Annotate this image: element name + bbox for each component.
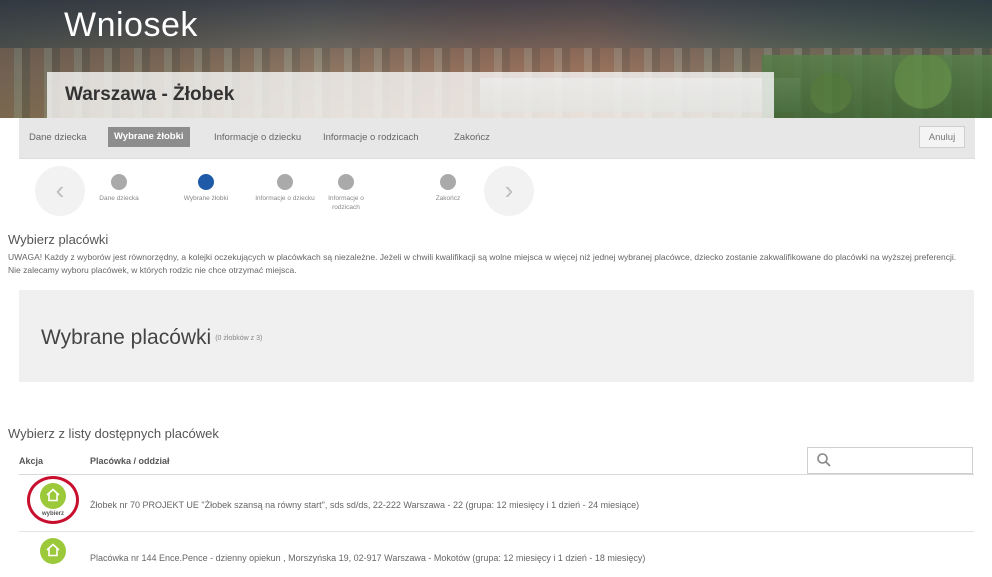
step-label: Dane dziecka: [99, 195, 139, 202]
step-zakoncz: Zakończ: [413, 174, 483, 203]
step-label: Zakończ: [435, 195, 461, 202]
cancel-button[interactable]: Anuluj: [919, 126, 965, 148]
step-label: Wybrane żłobki: [183, 195, 229, 202]
step-dot: [338, 174, 354, 190]
column-header-action: Akcja: [19, 456, 44, 466]
list-title: Wybierz z listy dostępnych placówek: [8, 426, 219, 441]
step-dane-dziecka: Dane dziecka: [84, 174, 154, 203]
wizard-tabbar: Dane dziecka Wybrane żłobki Informacje o…: [19, 118, 975, 159]
row-divider: [19, 531, 974, 532]
header-banner: Wniosek Warszawa - Żłobek: [0, 0, 992, 118]
step-dot-active: [198, 174, 214, 190]
step-label: Informacje o dziecku: [255, 195, 315, 202]
pick-place-button[interactable]: [31, 533, 75, 577]
chosen-places-count: (0 żłobków z 3): [215, 334, 263, 342]
tab-informacje-o-rodzicach[interactable]: Informacje o rodzicach: [323, 128, 419, 148]
step-dot: [440, 174, 456, 190]
tab-dane-dziecka[interactable]: Dane dziecka: [29, 128, 87, 148]
pick-button-label: wybierz: [41, 511, 64, 517]
step-label: Informacje o rodzicach: [328, 195, 364, 211]
chosen-places-panel: Wybrane placówki (0 żłobków z 3): [19, 290, 974, 382]
chevron-right-icon: ›: [504, 175, 514, 205]
warning-text: UWAGA! Każdy z wyborów jest równorzędny,…: [8, 252, 957, 275]
chosen-places-label: Wybrane placówki: [41, 326, 212, 349]
step-wybrane-zlobki: Wybrane żłobki: [171, 174, 241, 203]
column-header-place: Placówka / oddział: [90, 456, 170, 466]
banner-trees-image: [762, 55, 992, 118]
tab-wybrane-zlobki[interactable]: Wybrane żłobki: [108, 127, 190, 147]
search-icon: [817, 453, 831, 467]
home-icon: [46, 488, 60, 502]
section-title: Wybierz placówki: [8, 232, 109, 247]
prev-step-button[interactable]: ‹: [35, 166, 85, 216]
home-icon: [46, 543, 60, 557]
city-title: Warszawa - Żłobek: [65, 84, 235, 105]
chevron-left-icon: ‹: [55, 175, 65, 205]
city-title-box: Warszawa - Żłobek: [47, 72, 774, 118]
app-title: Wniosek: [64, 6, 198, 44]
chosen-places-title: Wybrane placówki (0 żłobków z 3): [41, 326, 262, 350]
step-dot: [277, 174, 293, 190]
table-header-divider: [19, 474, 974, 475]
tab-zakoncz[interactable]: Zakończ: [454, 128, 490, 148]
tab-informacje-o-dziecku[interactable]: Informacje o dziecku: [214, 128, 301, 148]
step-dot: [111, 174, 127, 190]
pick-button-circle: [40, 538, 66, 564]
next-step-button[interactable]: ›: [484, 166, 534, 216]
step-informacje-o-dziecku: Informacje o dziecku: [250, 174, 320, 203]
place-row-text: Żłobek nr 70 PROJEKT UE "Żłobek szansą n…: [90, 500, 640, 510]
step-informacje-o-rodzicach: Informacje o rodzicach: [321, 174, 371, 212]
pick-button-circle: [40, 483, 66, 509]
place-row-text: Placówka nr 144 Ence.Pence - dzienny opi…: [90, 553, 646, 563]
pick-place-button[interactable]: wybierz: [31, 478, 75, 522]
